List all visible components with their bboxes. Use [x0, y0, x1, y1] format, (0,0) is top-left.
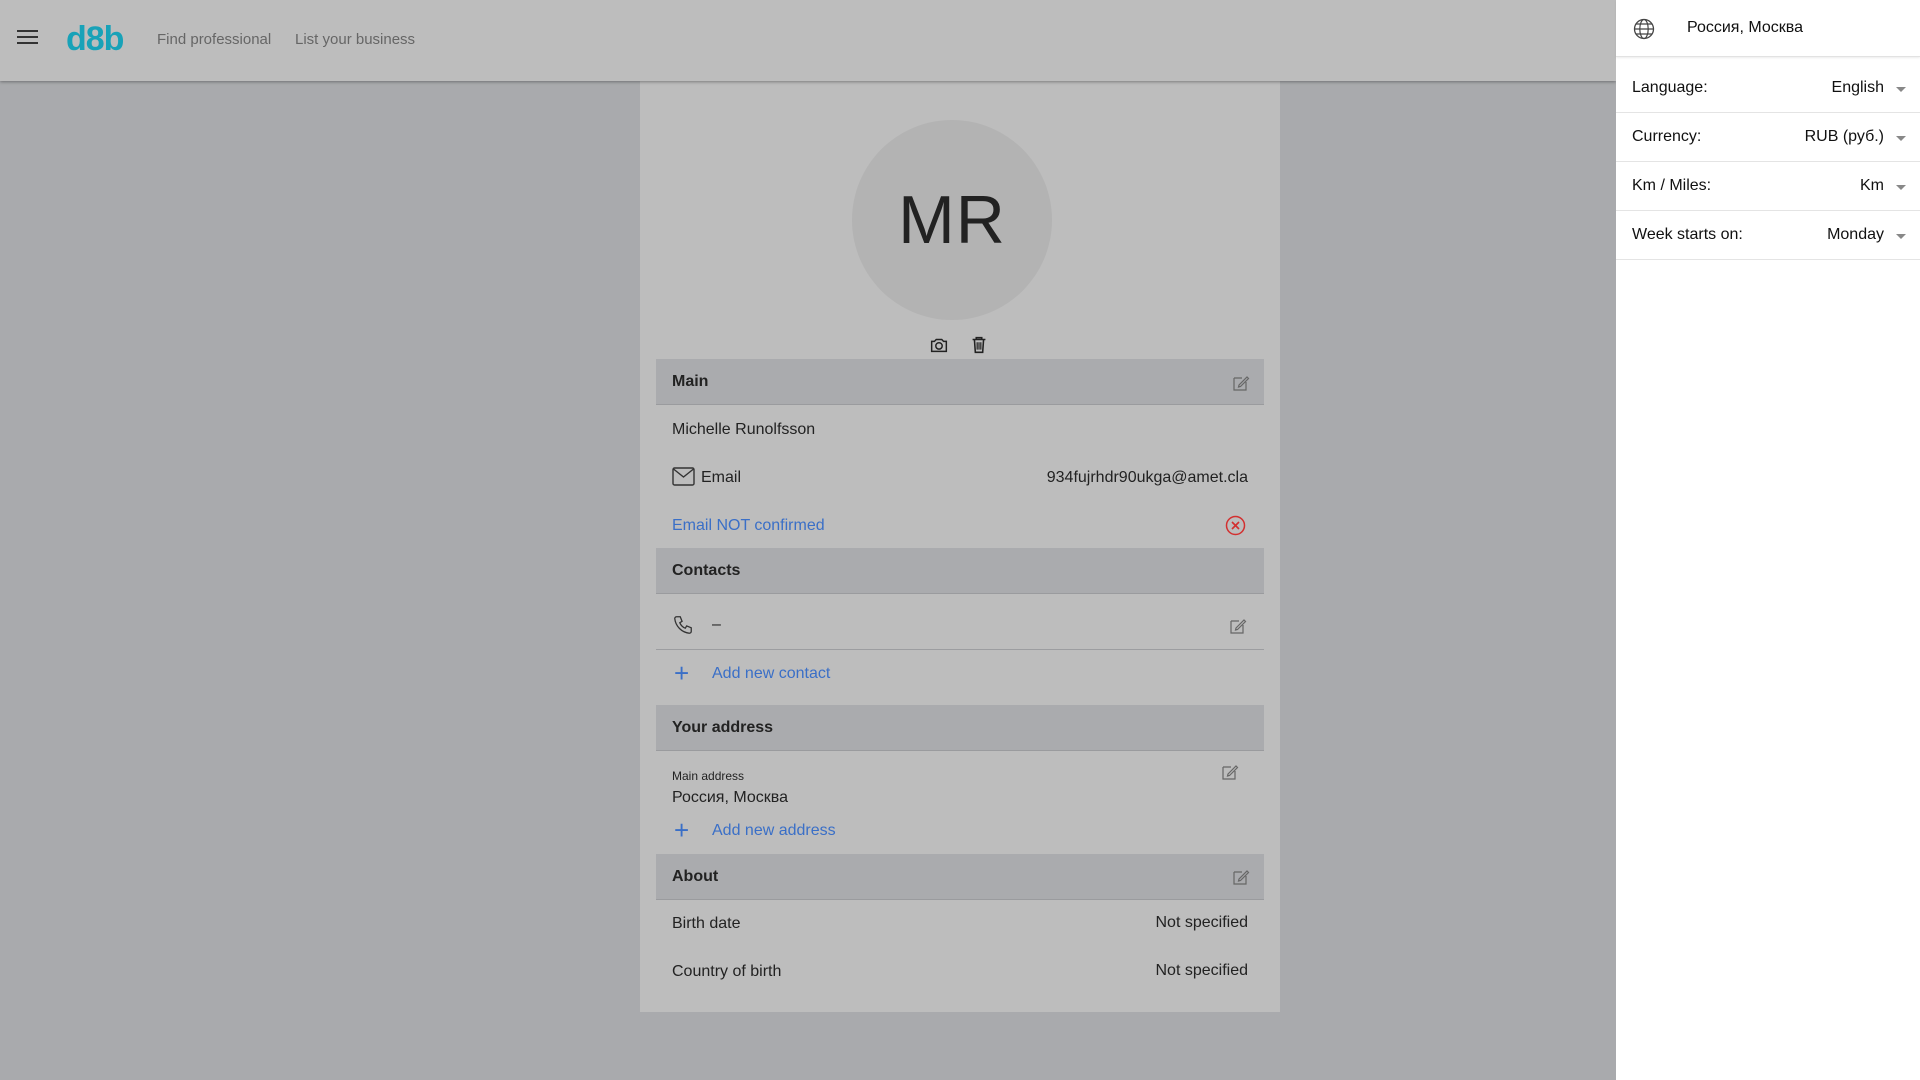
section-main-header: Main: [656, 359, 1264, 405]
profile-name: Michelle Runolfsson: [672, 421, 816, 438]
phone-value: –: [712, 616, 721, 633]
main-address-label: Main address: [672, 769, 745, 783]
section-contacts-title: Contacts: [672, 561, 741, 579]
currency-value: RUB (руб.): [1804, 128, 1884, 145]
nav-list-business[interactable]: List your business: [295, 31, 415, 48]
distance-unit-value: Km: [1860, 177, 1884, 194]
hamburger-menu-icon[interactable]: [17, 30, 38, 50]
language-label: Language:: [1632, 79, 1708, 96]
email-not-confirmed-link[interactable]: Email NOT confirmed: [672, 517, 825, 535]
avatar: MR: [852, 120, 1052, 320]
plus-icon[interactable]: +: [674, 660, 689, 686]
close-circle-icon[interactable]: [1225, 515, 1246, 536]
main-address-value: Россия, Москва: [672, 789, 788, 806]
birth-date-value: Not specified: [1155, 914, 1249, 931]
section-address-title: Your address: [672, 718, 774, 736]
camera-icon[interactable]: [928, 334, 950, 356]
edit-about-icon[interactable]: [1232, 868, 1250, 886]
week-start-value: Monday: [1827, 226, 1884, 243]
edit-main-icon[interactable]: [1232, 374, 1250, 392]
chevron-down-icon: [1896, 136, 1906, 141]
nav-find-professional[interactable]: Find professional: [157, 31, 271, 48]
phone-icon: [674, 616, 692, 634]
chevron-down-icon: [1896, 185, 1906, 190]
trash-icon[interactable]: [968, 334, 990, 356]
section-contacts-header: Contacts: [656, 548, 1264, 594]
section-about-header: About: [656, 854, 1264, 900]
week-start-setting[interactable]: Week starts on: Monday: [1616, 211, 1920, 260]
language-setting[interactable]: Language: English: [1616, 64, 1920, 113]
section-about-title: About: [672, 867, 719, 885]
edit-address-icon[interactable]: [1221, 763, 1239, 781]
currency-label: Currency:: [1632, 128, 1702, 145]
settings-panel: Россия, Москва Language: English Currenc…: [1616, 0, 1920, 1080]
contacts-divider: [656, 649, 1264, 650]
section-main-title: Main: [672, 372, 709, 390]
section-address-header: Your address: [656, 705, 1264, 751]
logo[interactable]: d8b: [66, 20, 124, 59]
birth-date-label: Birth date: [672, 915, 741, 932]
distance-unit-setting[interactable]: Km / Miles: Km: [1616, 162, 1920, 211]
location-bar: Россия, Москва: [1616, 0, 1920, 57]
plus-icon[interactable]: +: [674, 817, 689, 843]
email-label: Email: [701, 469, 742, 486]
chevron-down-icon: [1896, 87, 1906, 92]
week-start-label: Week starts on:: [1632, 226, 1743, 243]
distance-unit-label: Km / Miles:: [1632, 177, 1712, 194]
top-header: d8b Find professional List your business: [0, 0, 1616, 81]
currency-setting[interactable]: Currency: RUB (руб.): [1616, 113, 1920, 162]
add-new-address-button[interactable]: Add new address: [712, 822, 836, 840]
avatar-initials: MR: [898, 182, 1006, 258]
country-of-birth-label: Country of birth: [672, 963, 782, 980]
add-new-contact-button[interactable]: Add new contact: [712, 665, 830, 683]
country-of-birth-value: Not specified: [1155, 962, 1249, 979]
language-value: English: [1831, 79, 1884, 96]
globe-icon: [1633, 18, 1655, 40]
envelope-icon: [672, 467, 695, 486]
edit-contact-icon[interactable]: [1229, 617, 1247, 635]
location-selector[interactable]: Россия, Москва: [1687, 19, 1803, 37]
email-value: 934fujrhdr90ukga@amet.cla: [1046, 469, 1248, 486]
chevron-down-icon: [1896, 234, 1906, 239]
